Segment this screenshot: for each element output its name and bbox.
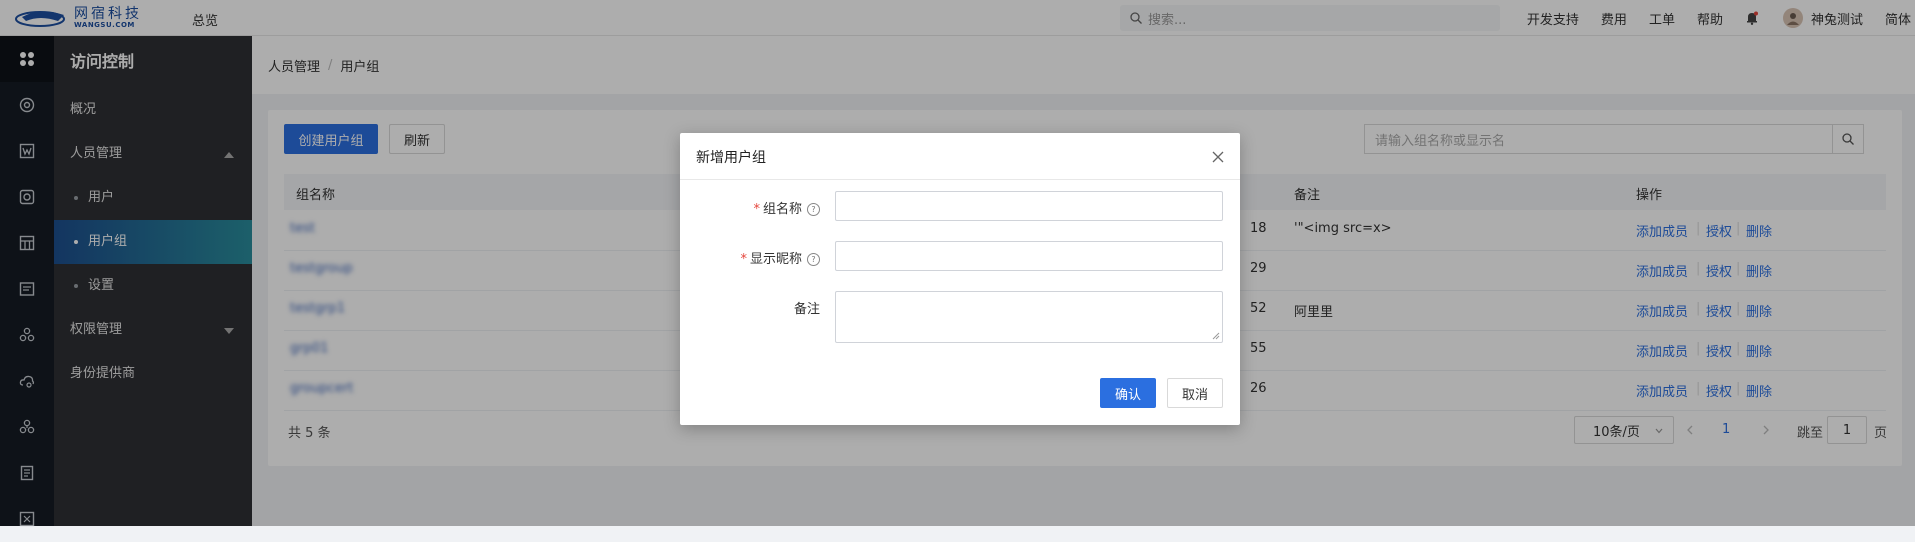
close-icon[interactable] bbox=[1212, 151, 1224, 163]
dialog-title: 新增用户组 bbox=[696, 150, 766, 166]
confirm-button[interactable]: 确认 bbox=[1100, 378, 1156, 408]
required-mark: * bbox=[753, 202, 760, 217]
help-icon[interactable]: ? bbox=[807, 253, 820, 266]
display-name-label-text: 显示昵称 bbox=[749, 252, 802, 267]
required-mark: * bbox=[740, 252, 747, 267]
remark-textarea[interactable] bbox=[835, 291, 1223, 343]
display-name-label: * 显示昵称? bbox=[740, 248, 820, 267]
display-name-field[interactable] bbox=[835, 241, 1223, 271]
resize-handle-icon[interactable] bbox=[1212, 332, 1220, 340]
group-name-label-text: 组名称 bbox=[762, 202, 802, 217]
cancel-button[interactable]: 取消 bbox=[1167, 378, 1223, 408]
add-user-group-dialog: 新增用户组 * 组名称? * 显示昵称? 备注 确认 取消 bbox=[680, 133, 1240, 425]
group-name-label: * 组名称? bbox=[753, 198, 820, 217]
help-icon[interactable]: ? bbox=[807, 203, 820, 216]
remark-label: 备注 bbox=[793, 302, 820, 317]
group-name-field[interactable] bbox=[835, 191, 1223, 221]
